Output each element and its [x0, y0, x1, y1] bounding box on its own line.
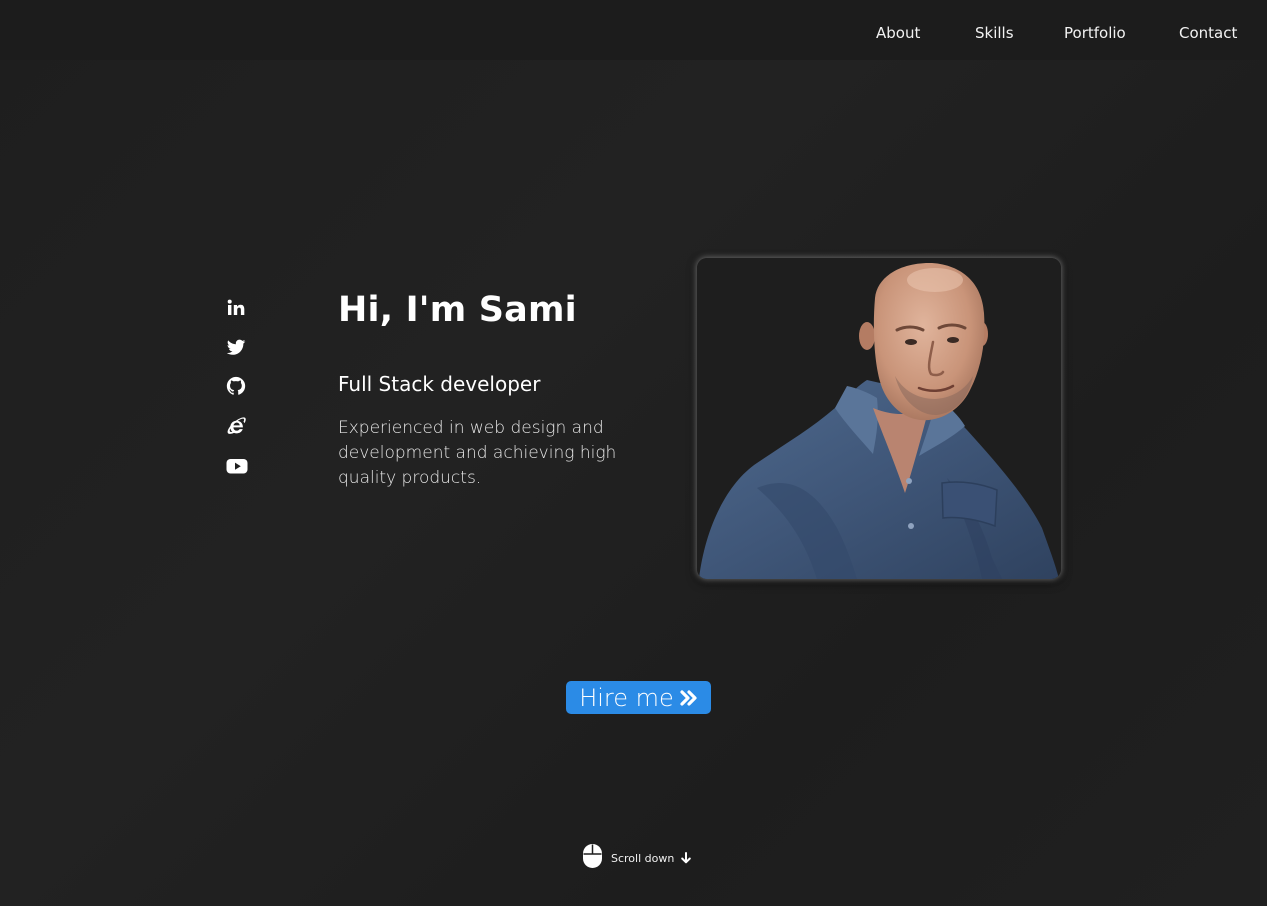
github-icon[interactable] [225, 375, 247, 397]
arrow-down-icon [680, 849, 692, 868]
nav-link-about[interactable]: About [876, 24, 920, 42]
greeting-heading: Hi, I'm Sami [338, 290, 577, 330]
nav-link-skills[interactable]: Skills [975, 24, 1014, 42]
hire-me-button[interactable]: Hire me [566, 681, 711, 714]
double-chevron-right-icon [680, 689, 698, 706]
internet-explorer-icon[interactable] [225, 415, 247, 437]
profile-photo [697, 258, 1061, 579]
scroll-down-link[interactable]: Scroll down [582, 843, 692, 873]
nav-link-portfolio[interactable]: Portfolio [1064, 24, 1126, 42]
scroll-down-label: Scroll down [611, 851, 675, 865]
hire-me-label: Hire me [579, 683, 674, 712]
role-subtitle: Full Stack developer [338, 372, 541, 396]
mouse-icon [582, 843, 603, 873]
top-nav-bar: About Skills Portfolio Contact [0, 0, 1267, 60]
linkedin-icon[interactable] [225, 297, 247, 319]
nav-link-contact[interactable]: Contact [1179, 24, 1237, 42]
twitter-icon[interactable] [225, 336, 247, 358]
intro-description: Experienced in web design and developmen… [338, 418, 617, 488]
youtube-icon[interactable] [225, 455, 248, 477]
